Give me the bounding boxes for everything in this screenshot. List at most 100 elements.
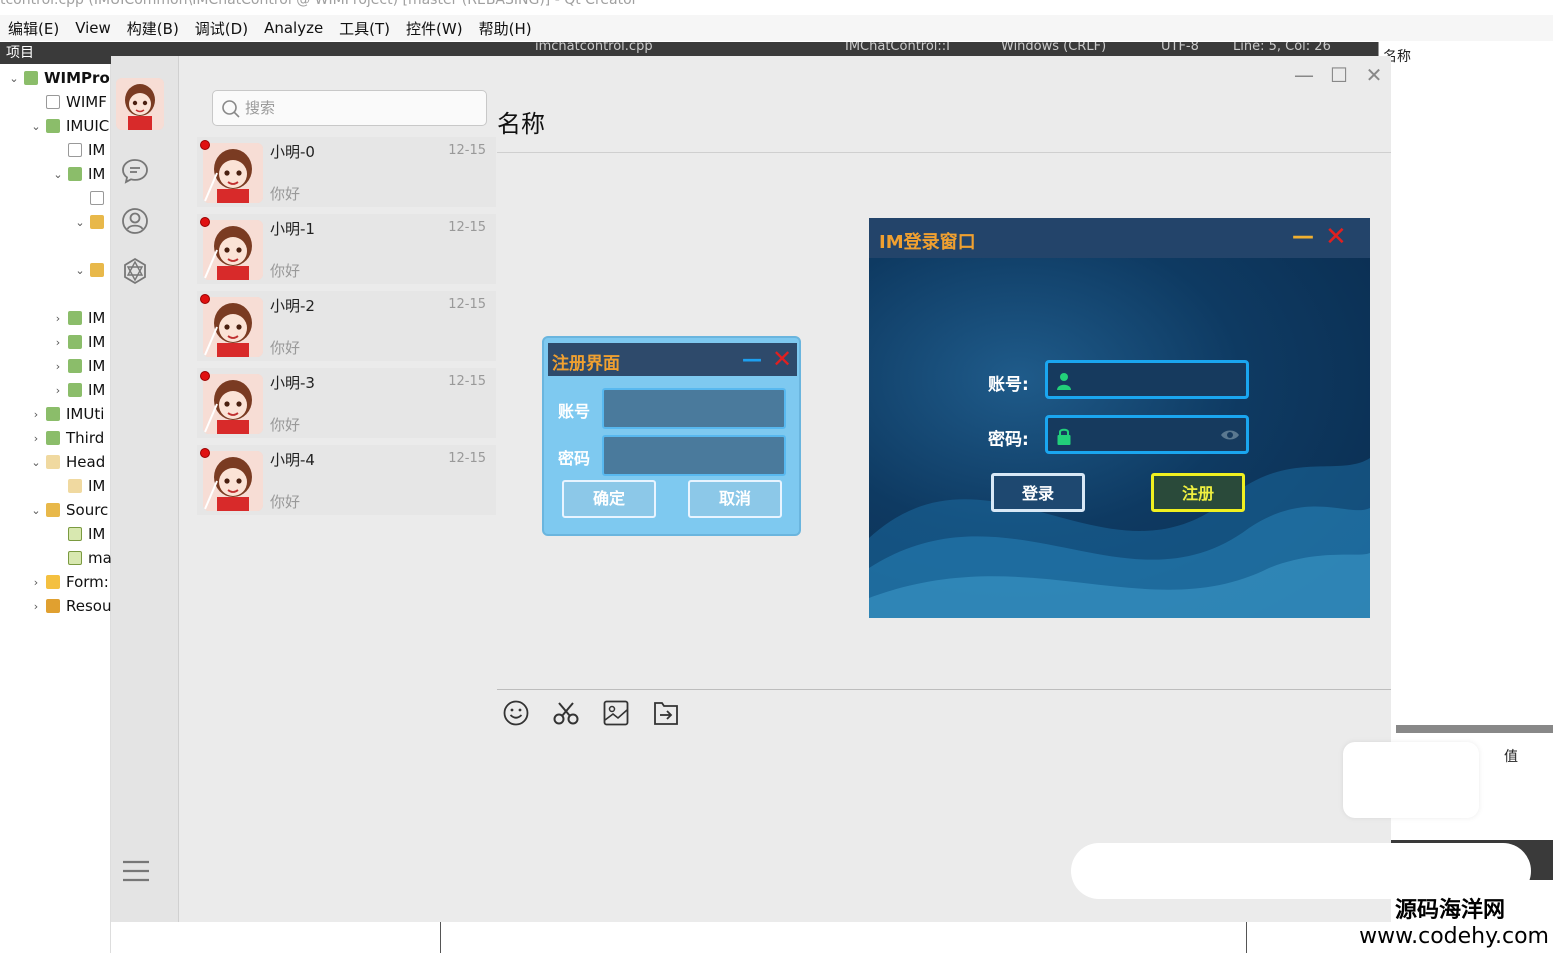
chevron-right-icon[interactable]: › <box>30 600 42 613</box>
tree-item[interactable]: IM <box>52 522 105 546</box>
register-confirm-button[interactable]: 确定 <box>562 480 656 518</box>
chevron-down-icon[interactable]: ⌄ <box>30 504 42 517</box>
tree-item-label: IM <box>88 381 106 399</box>
contact-list-item[interactable]: 小明-2 12-15 你好 <box>197 291 496 361</box>
chevron-down-icon[interactable]: ⌄ <box>30 456 42 469</box>
tree-item[interactable]: WIMF <box>30 90 107 114</box>
image-icon[interactable] <box>601 698 631 728</box>
chevron-right-icon[interactable]: › <box>52 360 64 373</box>
contact-last-message: 你好 <box>270 416 301 434</box>
chevron-down-icon[interactable]: ⌄ <box>74 216 86 229</box>
scissors-icon[interactable] <box>551 698 581 728</box>
chevron-right-icon[interactable]: › <box>52 384 64 397</box>
chevron-right-icon[interactable]: › <box>52 312 64 325</box>
maximize-button[interactable]: ☐ <box>1328 64 1350 86</box>
properties-header: 名称 <box>1378 42 1553 65</box>
tree-item[interactable] <box>74 186 110 210</box>
register-password-input[interactable] <box>602 435 786 476</box>
panel-splitter[interactable] <box>1396 725 1553 733</box>
login-account-input[interactable] <box>1045 360 1249 399</box>
overlay-blank-bar <box>1071 843 1531 899</box>
tree-item[interactable]: ⌄ WIMPro <box>8 66 109 90</box>
login-password-input[interactable] <box>1045 415 1249 454</box>
chevron-right-icon[interactable]: › <box>30 432 42 445</box>
editor-encoding[interactable]: UTF-8 <box>1161 42 1199 54</box>
login-dialog: IM登录窗口 — ✕ 账号: 密码: 登录 注册 <box>869 218 1370 618</box>
tree-item[interactable]: ⌄ Sourc <box>30 498 108 522</box>
menu-item[interactable]: 帮助(H) <box>471 18 540 39</box>
tree-item[interactable]: › Resou <box>30 594 112 618</box>
eye-icon[interactable] <box>1220 429 1240 441</box>
menu-item[interactable]: 控件(W) <box>398 18 471 39</box>
login-close-button[interactable]: ✕ <box>1325 222 1347 252</box>
folder-file-icon <box>46 503 60 517</box>
avatar-image <box>116 78 164 130</box>
close-button[interactable]: ✕ <box>1363 64 1385 86</box>
src-file-icon <box>68 551 82 565</box>
chevron-right-icon[interactable]: › <box>30 408 42 421</box>
tree-item[interactable]: IM <box>52 138 105 162</box>
menu-item[interactable]: Analyze <box>256 19 331 37</box>
tree-item[interactable]: › Third <box>30 426 104 450</box>
editor-line-ending[interactable]: Windows (CRLF) <box>1001 42 1106 54</box>
menu-item[interactable]: 编辑(E) <box>0 18 67 39</box>
minimize-button[interactable]: — <box>1293 64 1315 86</box>
contact-list-item[interactable]: 小明-4 12-15 你好 <box>197 445 496 515</box>
contact-list-item[interactable]: 小明-0 12-15 你好 <box>197 137 496 207</box>
contact-list-item[interactable]: 小明-3 12-15 你好 <box>197 368 496 438</box>
properties-value-header: 值 <box>1504 749 1518 765</box>
register-cancel-button[interactable]: 取消 <box>688 480 782 518</box>
login-signin-button[interactable]: 登录 <box>991 473 1085 512</box>
search-box <box>212 90 487 126</box>
tree-item[interactable]: ⌄ <box>74 210 110 234</box>
menu-item[interactable]: 构建(B) <box>119 18 187 39</box>
login-minimize-button[interactable]: — <box>1292 224 1314 249</box>
menu-item[interactable]: 调试(D) <box>187 18 256 39</box>
contact-last-message: 你好 <box>270 493 301 511</box>
tree-item[interactable]: › Form: <box>30 570 109 594</box>
tree-item[interactable]: ⌄ <box>74 258 110 282</box>
tree-item[interactable]: › IM <box>52 306 106 330</box>
chevron-down-icon[interactable]: ⌄ <box>74 264 86 277</box>
emoji-icon[interactable] <box>501 698 531 728</box>
chat-bubble-icon[interactable] <box>120 156 150 186</box>
settings-gear-icon[interactable] <box>120 256 150 286</box>
editor-file-name[interactable]: imchatcontrol.cpp <box>535 42 653 54</box>
chevron-down-icon[interactable]: ⌄ <box>52 168 64 181</box>
contact-time: 12-15 <box>448 374 486 389</box>
tree-item[interactable]: ⌄ IM <box>52 162 105 186</box>
tree-item[interactable]: › IM <box>52 378 106 402</box>
contact-list-item[interactable]: 小明-1 12-15 你好 <box>197 214 496 284</box>
tree-item[interactable]: ma <box>52 546 112 570</box>
menu-icon[interactable] <box>121 856 151 886</box>
chevron-right-icon[interactable]: › <box>52 336 64 349</box>
chevron-down-icon[interactable]: ⌄ <box>30 120 42 133</box>
register-account-input[interactable] <box>602 388 786 429</box>
search-icon <box>222 100 240 118</box>
contact-time: 12-15 <box>448 220 486 235</box>
contact-last-message: 你好 <box>270 262 301 280</box>
menu-item[interactable]: 工具(T) <box>331 18 398 39</box>
tree-item[interactable]: ⌄ IMUIC <box>30 114 109 138</box>
menu-item[interactable]: View <box>67 19 119 37</box>
tree-item[interactable]: ⌄ Head <box>30 450 105 474</box>
register-close-button[interactable]: ✕ <box>772 345 792 373</box>
tree-item-label: IM <box>88 357 106 375</box>
editor-class-name[interactable]: IMChatControl::I <box>845 42 950 54</box>
tree-item[interactable]: IM <box>52 474 105 498</box>
lock-icon <box>1057 428 1071 445</box>
register-minimize-button[interactable]: — <box>742 347 762 371</box>
tree-item[interactable]: › IMUti <box>30 402 105 426</box>
contact-person-icon[interactable] <box>120 206 150 236</box>
chevron-down-icon[interactable]: ⌄ <box>8 72 20 85</box>
tree-item[interactable]: › IM <box>52 354 106 378</box>
watermark-url: www.codehy.com <box>1359 924 1549 949</box>
register-title: 注册界面 <box>552 354 620 374</box>
contact-time: 12-15 <box>448 143 486 158</box>
chevron-right-icon[interactable]: › <box>30 576 42 589</box>
login-signup-button[interactable]: 注册 <box>1151 473 1245 512</box>
search-input[interactable] <box>245 97 475 119</box>
user-avatar[interactable] <box>116 78 164 130</box>
tree-item[interactable]: › IM <box>52 330 106 354</box>
file-send-icon[interactable] <box>651 698 681 728</box>
